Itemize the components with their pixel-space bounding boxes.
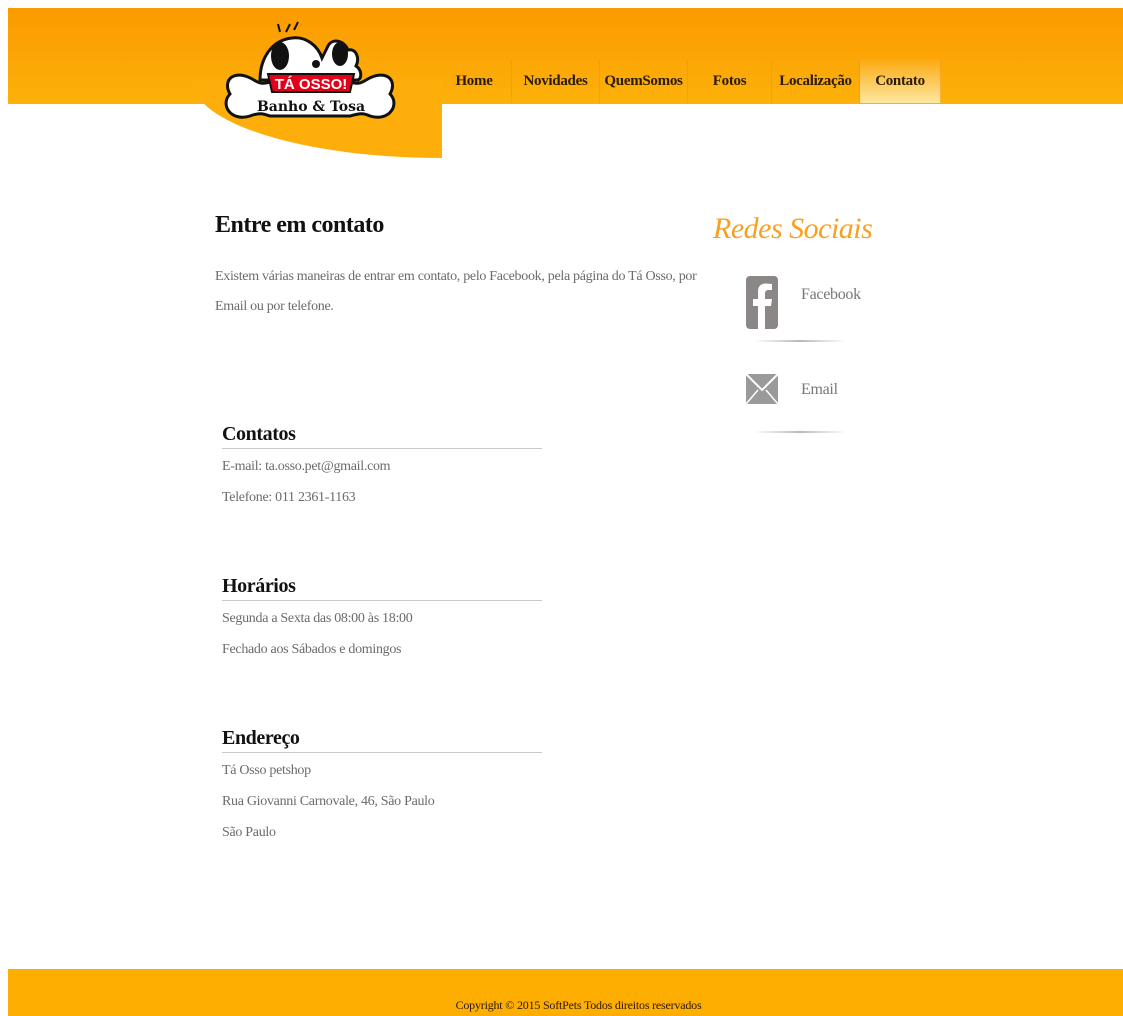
nav-quemsomos[interactable]: QuemSomos bbox=[600, 59, 688, 103]
address-name: Tá Osso petshop bbox=[222, 763, 311, 778]
address-street: Rua Giovanni Carnovale, 46, São Paulo bbox=[222, 794, 435, 809]
hours-weekdays: Segunda a Sexta das 08:00 às 18:00 bbox=[222, 611, 413, 626]
site-footer: Copyright © 2015 SoftPets Todos direitos… bbox=[8, 969, 1123, 1016]
logo-bone-icon: TÁ OSSO! Banho & Tosa bbox=[224, 21, 396, 119]
divider bbox=[754, 431, 846, 433]
social-title: Redes Sociais bbox=[713, 212, 873, 245]
facebook-icon bbox=[746, 276, 778, 329]
contact-email[interactable]: E-mail: ta.osso.pet@gmail.com bbox=[222, 451, 542, 482]
envelope-icon bbox=[746, 373, 778, 405]
endereco-section: Endereço Tá Osso petshop Rua Giovanni Ca… bbox=[222, 726, 542, 848]
nav-contato[interactable]: Contato bbox=[860, 59, 941, 103]
site-logo[interactable]: TÁ OSSO! Banho & Tosa bbox=[220, 18, 398, 128]
horarios-heading: Horários bbox=[222, 574, 542, 601]
email-link[interactable]: Email bbox=[746, 372, 856, 426]
endereco-heading: Endereço bbox=[222, 726, 542, 753]
facebook-link[interactable]: Facebook bbox=[746, 276, 861, 330]
hours-weekend: Fechado aos Sábados e domingos bbox=[222, 642, 402, 657]
nav-localizacao[interactable]: Localização bbox=[772, 59, 860, 103]
contact-phone: Telefone: 011 2361-1163 bbox=[222, 490, 356, 505]
copyright-text: Copyright © 2015 SoftPets Todos direitos… bbox=[455, 998, 702, 1012]
contatos-section: Contatos E-mail: ta.osso.pet@gmail.com T… bbox=[222, 422, 542, 513]
nav-novidades[interactable]: Novidades bbox=[512, 59, 600, 103]
facebook-label: Facebook bbox=[801, 286, 861, 303]
address-city: São Paulo bbox=[222, 825, 276, 840]
intro-text: Existem várias maneiras de entrar em con… bbox=[215, 269, 697, 314]
email-label: Email bbox=[801, 381, 838, 398]
contatos-heading: Contatos bbox=[222, 422, 542, 449]
nav-fotos[interactable]: Fotos bbox=[688, 59, 772, 103]
logo-subtitle: Banho & Tosa bbox=[257, 99, 365, 115]
main-nav: Home Novidades QuemSomos Fotos Localização Co… bbox=[437, 59, 941, 103]
divider bbox=[754, 340, 846, 342]
nav-home[interactable]: Home bbox=[437, 59, 512, 103]
horarios-section: Horários Segunda a Sexta das 08:00 às 18… bbox=[222, 574, 542, 665]
logo-brand: TÁ OSSO! bbox=[275, 76, 348, 93]
page-title: Entre em contato bbox=[215, 212, 384, 238]
